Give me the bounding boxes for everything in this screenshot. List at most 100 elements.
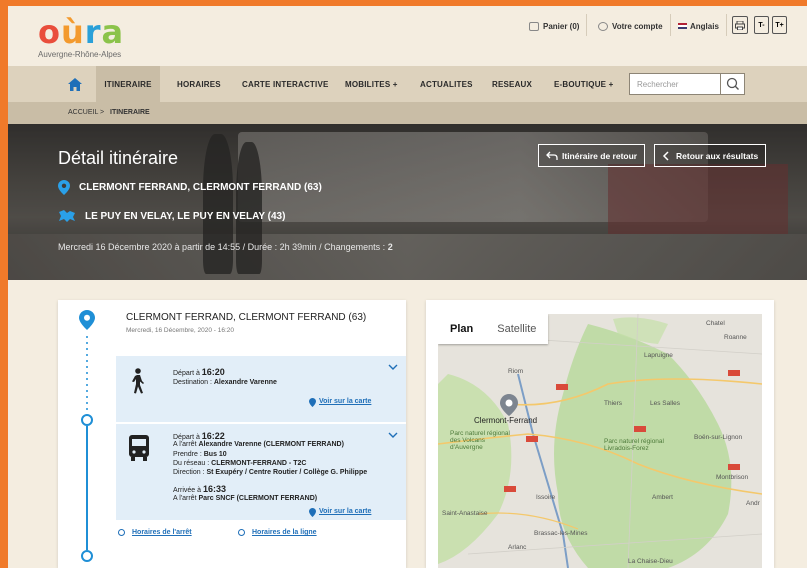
- hero-banner: Détail itinéraire CLERMONT FERRAND, CLER…: [8, 124, 807, 280]
- trip-summary: Mercredi 16 Décembre 2020 à partir de 14…: [58, 242, 393, 252]
- stop-hours-link[interactable]: Horaires de l'arrêt: [132, 529, 192, 536]
- language-label: Anglais: [690, 21, 719, 31]
- page: oùra Auvergne-Rhône-Alpes Panier (0) Vot…: [8, 6, 807, 568]
- nav-e-boutique[interactable]: E-BOUTIQUE +: [554, 66, 614, 102]
- cart-link[interactable]: Panier (0): [529, 16, 579, 36]
- map-label: Brassac-les-Mines: [534, 530, 588, 537]
- map-label: Les Salles: [650, 400, 680, 407]
- map-label: Riom: [508, 368, 524, 375]
- breadcrumb: ACCUEIL > ITINERAIRE: [8, 102, 807, 124]
- breadcrumb-home[interactable]: ACCUEIL: [68, 109, 98, 116]
- trip-changes: 2: [387, 242, 393, 252]
- search-input[interactable]: Rechercher: [637, 80, 678, 89]
- walk-map-link[interactable]: Voir sur la carte: [319, 398, 371, 405]
- chevron-left-icon: [662, 150, 669, 161]
- map-label: Montbrison: [716, 474, 749, 481]
- breadcrumb-separator: >: [100, 109, 105, 116]
- timeline-dot: [86, 342, 88, 344]
- bus-direction: Direction : St Exupéry / Centre Routier …: [173, 469, 368, 476]
- itinerary-origin-date: Mercredi, 16 Décembre, 2020 - 16:20: [126, 327, 235, 334]
- map-label: Issoire: [536, 494, 556, 501]
- header: oùra Auvergne-Rhône-Alpes Panier (0) Vot…: [8, 6, 807, 66]
- search-box: Rechercher: [629, 73, 745, 95]
- timeline-node: [81, 414, 93, 426]
- itinerary-card: CLERMONT FERRAND, CLERMONT FERRAND (63) …: [58, 300, 406, 568]
- nav-actualites[interactable]: ACTUALITES: [420, 66, 473, 102]
- map-label: Ambert: [652, 494, 673, 501]
- map-label: Arlanc: [508, 544, 527, 551]
- timeline-dot: [86, 390, 88, 392]
- itinerary-origin-title: CLERMONT FERRAND, CLERMONT FERRAND (63): [126, 312, 367, 323]
- return-itinerary-button[interactable]: Itinéraire de retour: [538, 144, 646, 167]
- font-decrease-button[interactable]: T-: [754, 16, 769, 34]
- timeline-dot: [86, 396, 88, 398]
- nav-carte-interactive[interactable]: CARTE INTERACTIVE: [242, 66, 329, 102]
- logo-wordmark: oùra: [38, 13, 125, 51]
- home-icon[interactable]: [68, 78, 82, 91]
- back-to-results-label: Retour aux résultats: [676, 150, 759, 161]
- map-marker-icon[interactable]: [500, 394, 518, 416]
- timeline-dot: [86, 348, 88, 350]
- map-label: Chatel: [706, 320, 725, 327]
- logo[interactable]: oùra Auvergne-Rhône-Alpes: [38, 16, 124, 59]
- nav-reseaux[interactable]: RESEAUX: [492, 66, 532, 102]
- nav-mobilites[interactable]: MOBILITES +: [345, 66, 398, 102]
- map[interactable]: Plan Satellite Chatel Roanne Lapruigne R…: [438, 314, 762, 568]
- map-tab-satellite[interactable]: Satellite: [485, 314, 548, 344]
- map-label: Roanne: [724, 334, 747, 341]
- language-link[interactable]: Anglais: [678, 16, 719, 36]
- print-button[interactable]: [732, 16, 748, 34]
- timeline-dot: [86, 366, 88, 368]
- timeline-dot: [86, 378, 88, 380]
- search-button[interactable]: [720, 74, 744, 94]
- map-label: Thiers: [604, 400, 623, 407]
- divider: [726, 14, 727, 36]
- map-label: Saint-Anastaise: [442, 510, 488, 517]
- map-pin-icon: [309, 398, 316, 407]
- walk-step[interactable]: Départ à 16:20 Destination : Alexandre V…: [116, 356, 406, 422]
- timeline-dot: [86, 360, 88, 362]
- bus-arrival-stop: A l'arrêt Parc SNCF (CLERMONT FERRAND): [173, 495, 318, 502]
- chevron-down-icon[interactable]: [388, 432, 398, 438]
- breadcrumb-current: ITINERAIRE: [110, 109, 150, 116]
- map-label: Lapruigne: [644, 352, 673, 359]
- location-pin-icon: [79, 310, 95, 330]
- walk-icon: [132, 368, 144, 394]
- bus-stop: A l'arrêt Alexandre Varenne (CLERMONT FE…: [173, 441, 344, 448]
- account-label: Votre compte: [612, 21, 663, 31]
- print-icon: [735, 20, 745, 30]
- timeline-dot: [86, 372, 88, 374]
- chevron-down-icon[interactable]: [388, 364, 398, 370]
- nav-horaires[interactable]: HORAIRES: [177, 66, 221, 102]
- map-label: Clermont-Ferrand: [474, 416, 538, 425]
- divider: [586, 14, 587, 36]
- bus-map-link[interactable]: Voir sur la carte: [319, 508, 371, 515]
- nav-itineraire[interactable]: ITINERAIRE: [96, 66, 160, 102]
- map-card: Plan Satellite Chatel Roanne Lapruigne R…: [426, 300, 774, 568]
- cart-icon: [529, 21, 539, 31]
- map-label: Andr: [746, 500, 760, 507]
- flag-uk-icon: [678, 23, 687, 29]
- font-increase-button[interactable]: T+: [772, 16, 787, 34]
- bus-step[interactable]: Départ à 16:22 A l'arrêt Alexandre Varen…: [116, 424, 406, 520]
- clock-icon: [238, 529, 245, 536]
- location-pin-icon: [58, 180, 70, 195]
- map-tab-plan[interactable]: Plan: [438, 314, 485, 344]
- timeline-line: [86, 426, 88, 550]
- hero-origin-label: CLERMONT FERRAND, CLERMONT FERRAND (63): [79, 182, 322, 193]
- timeline-dot: [86, 408, 88, 410]
- timeline-dot: [86, 354, 88, 356]
- page-title: Détail itinéraire: [58, 148, 179, 168]
- timeline-dot: [86, 384, 88, 386]
- line-hours-link[interactable]: Horaires de la ligne: [252, 529, 317, 536]
- return-arrow-icon: [546, 151, 558, 160]
- back-to-results-button[interactable]: Retour aux résultats: [654, 144, 767, 167]
- clock-icon: [118, 529, 125, 536]
- search-icon: [726, 77, 739, 90]
- timeline-dot: [86, 402, 88, 404]
- trip-summary-text: Mercredi 16 Décembre 2020 à partir de 14…: [58, 242, 388, 252]
- account-link[interactable]: Votre compte: [598, 16, 663, 36]
- map-type-tabs: Plan Satellite: [438, 314, 549, 344]
- walk-destination: Destination : Alexandre Varenne: [173, 379, 277, 386]
- map-pin-icon: [309, 508, 316, 517]
